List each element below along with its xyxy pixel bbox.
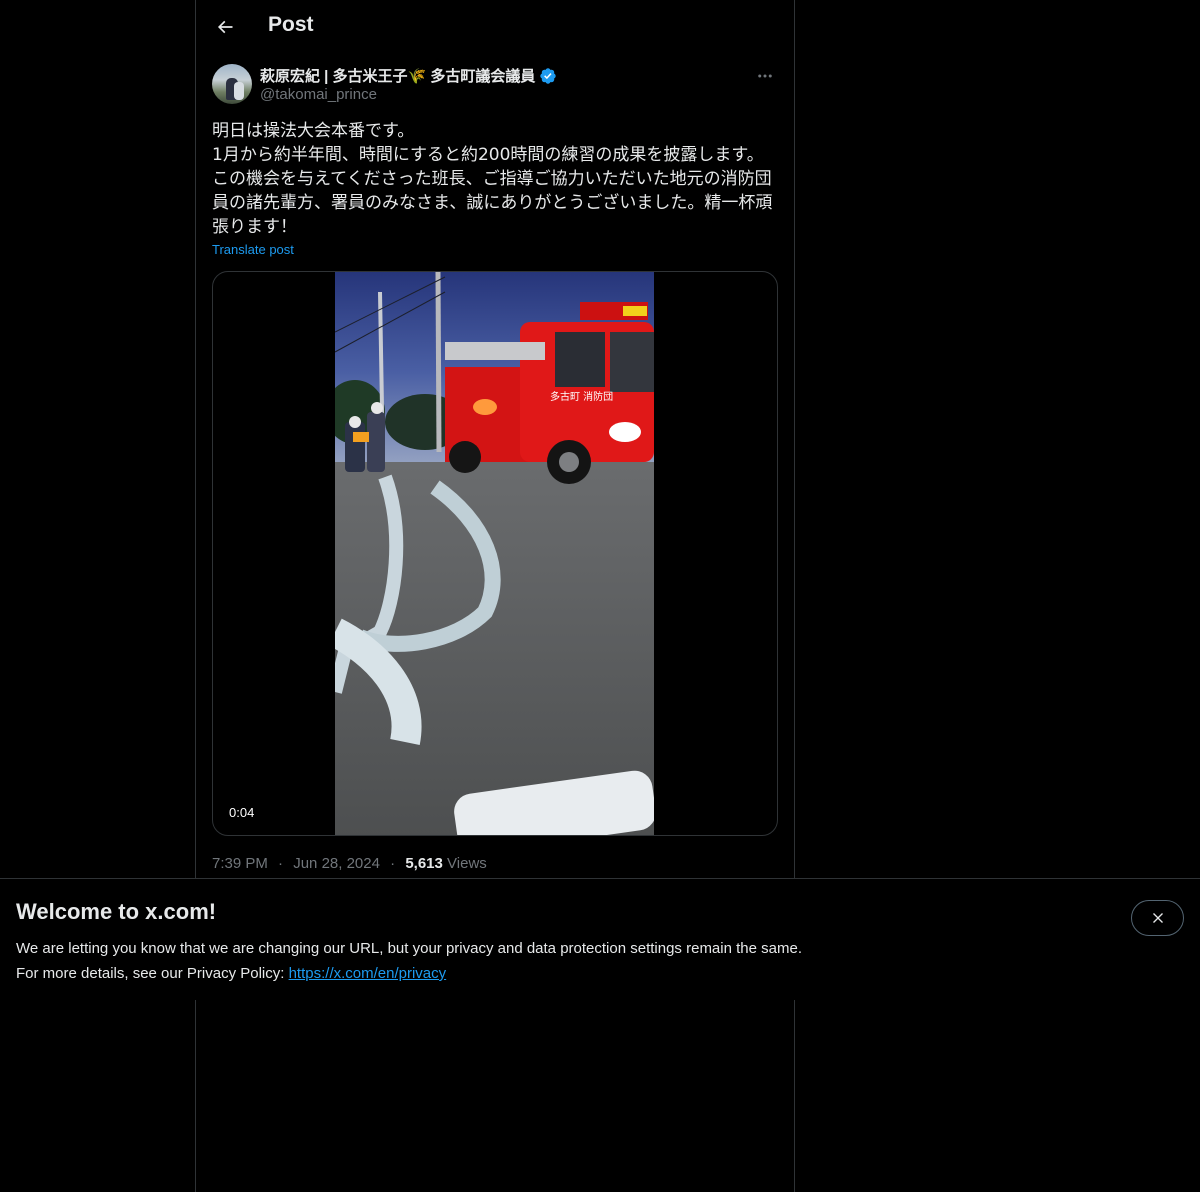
meta-separator: · bbox=[278, 855, 284, 872]
video-duration: 0:04 bbox=[221, 803, 263, 822]
page-title: Post bbox=[268, 13, 314, 36]
banner-body: We are letting you know that we are chan… bbox=[16, 936, 802, 986]
author-display-name[interactable]: 萩原宏紀 | 多古米王子🌾 多古町議会議員 bbox=[260, 65, 535, 86]
post-video[interactable]: 多古町 消防団 0:04 bbox=[212, 271, 778, 836]
post-author: 萩原宏紀 | 多古米王子🌾 多古町議会議員 @takomai_prince bbox=[212, 64, 778, 108]
vehicle-label: 多古町 消防団 bbox=[550, 390, 613, 403]
arrow-left-icon bbox=[217, 20, 233, 34]
author-name-row[interactable]: 萩原宏紀 | 多古米王子🌾 多古町議会議員 bbox=[260, 65, 557, 86]
views-count: 5,613 bbox=[405, 855, 443, 872]
video-frame[interactable]: 多古町 消防団 bbox=[335, 272, 654, 835]
close-icon bbox=[1152, 913, 1163, 923]
primary-column: Post 萩原宏紀 | 多古米王子🌾 多古町議会議員 @takomai_prin… bbox=[195, 0, 795, 1192]
back-button[interactable] bbox=[208, 10, 242, 44]
banner-line-2-prefix: For more details, see our Privacy Policy… bbox=[16, 965, 289, 982]
post-header: Post bbox=[196, 0, 794, 53]
post-time[interactable]: 7:39 PM bbox=[212, 855, 268, 872]
post-date[interactable]: Jun 28, 2024 bbox=[293, 855, 380, 872]
banner-line-1: We are letting you know that we are chan… bbox=[16, 940, 802, 957]
video-thumbnail: 多古町 消防団 bbox=[335, 272, 654, 835]
author-handle[interactable]: @takomai_prince bbox=[260, 86, 377, 103]
verified-badge-icon bbox=[540, 67, 557, 84]
more-options-button[interactable] bbox=[754, 66, 776, 86]
privacy-policy-link[interactable]: https://x.com/en/privacy bbox=[289, 965, 447, 982]
banner-title: Welcome to x.com! bbox=[16, 899, 217, 924]
post-text: 明日は操法大会本番です。 1月から約半年間、時間にすると約200時間の練習の成果… bbox=[212, 121, 773, 237]
avatar[interactable] bbox=[212, 64, 252, 104]
url-change-banner: Welcome to x.com! We are letting you kno… bbox=[0, 878, 1200, 1000]
more-dots-icon bbox=[758, 74, 772, 78]
translate-post-link[interactable]: Translate post bbox=[212, 242, 294, 257]
views-label: Views bbox=[447, 855, 487, 872]
banner-line-2: For more details, see our Privacy Policy… bbox=[16, 961, 802, 986]
banner-close-button[interactable] bbox=[1131, 900, 1184, 936]
meta-separator: · bbox=[390, 855, 396, 872]
post-meta: 7:39 PM · Jun 28, 2024 · 5,613 Views bbox=[212, 855, 487, 872]
